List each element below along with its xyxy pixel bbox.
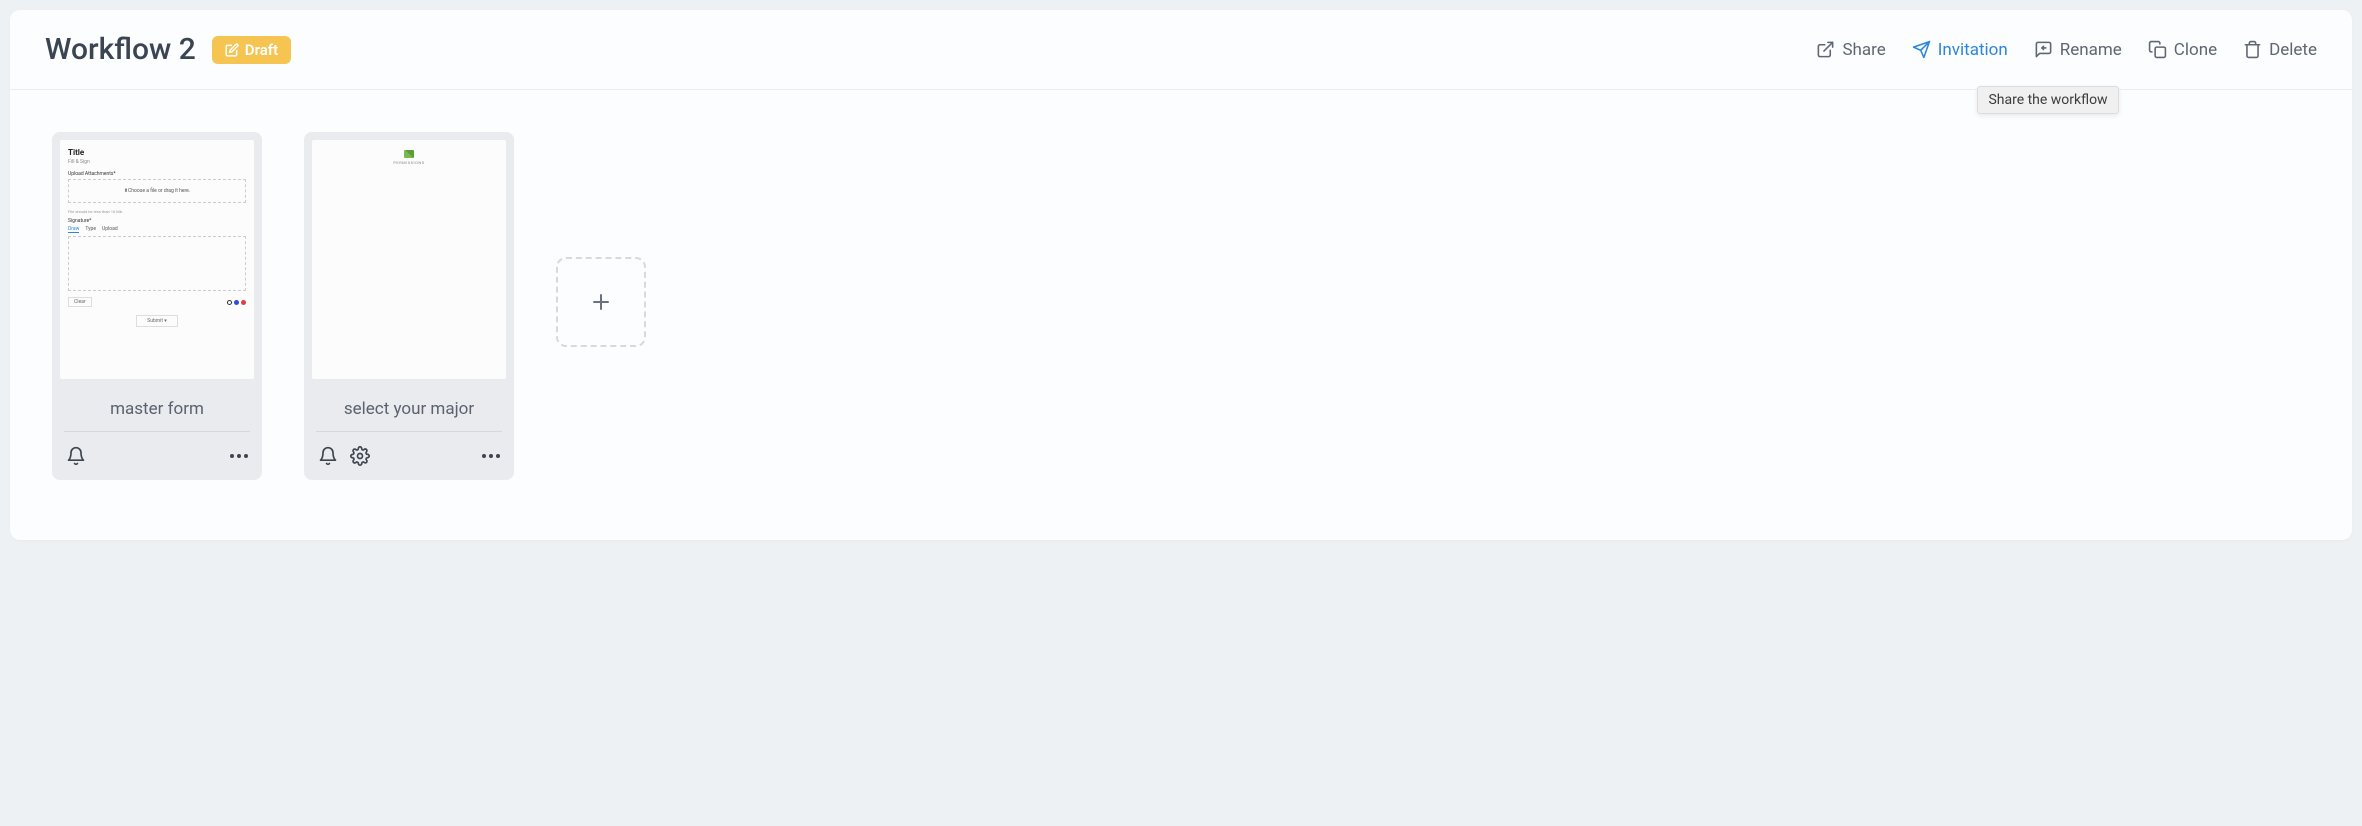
content-area: Title Fill & Sign Upload Attachments* ⬆ … (10, 90, 2352, 522)
preview-tabs: Draw Type Upload (68, 226, 246, 233)
card-divider (64, 431, 250, 432)
preview-title: Title (68, 148, 246, 157)
send-icon (1912, 40, 1931, 59)
bell-button[interactable] (66, 446, 86, 466)
trash-icon (2243, 40, 2262, 59)
card-label: select your major (304, 387, 514, 427)
delete-button[interactable]: Delete (2243, 40, 2317, 60)
card-footer-left (318, 446, 370, 466)
add-card-button[interactable] (556, 257, 646, 347)
share-icon (1816, 40, 1835, 59)
invitation-label: Invitation (1938, 40, 2008, 60)
rename-label: Rename (2060, 40, 2122, 60)
doc-preview: PERMISSIONS (312, 140, 506, 379)
plus-icon (589, 290, 613, 314)
clone-label: Clone (2174, 40, 2217, 60)
preview-sig-label: Signature* (68, 218, 246, 224)
draft-badge: Draft (212, 36, 291, 64)
workflow-card[interactable]: Title Fill & Sign Upload Attachments* ⬆ … (52, 132, 262, 480)
share-label: Share (1842, 40, 1885, 60)
rename-icon (2034, 40, 2053, 59)
bell-icon (66, 446, 86, 466)
preview-clear: Clear (68, 297, 92, 307)
card-footer-left (66, 446, 86, 466)
preview-upload-box: ⬆ Choose a file or drag it here. (68, 179, 246, 203)
preview-upload-label: Upload Attachments* (68, 171, 246, 177)
preview-file-hint: File should be less than 10 Mb. (68, 209, 246, 214)
preview-logo-icon (404, 150, 414, 158)
card-footer (304, 436, 514, 480)
invitation-button[interactable]: Invitation (1912, 40, 2008, 60)
workflow-container: Workflow 2 Draft Share (10, 10, 2352, 540)
delete-label: Delete (2269, 40, 2317, 60)
card-preview: PERMISSIONS (304, 132, 514, 387)
card-preview: Title Fill & Sign Upload Attachments* ⬆ … (52, 132, 262, 387)
preview-submit-area: Submit ▾ (68, 315, 246, 327)
preview-sig-footer: Clear (68, 297, 246, 307)
header: Workflow 2 Draft Share (10, 10, 2352, 90)
header-left: Workflow 2 Draft (45, 32, 291, 67)
edit-icon (225, 43, 239, 57)
preview-sig-box (68, 236, 246, 291)
preview-submit: Submit ▾ (136, 315, 178, 327)
clone-button[interactable]: Clone (2148, 40, 2217, 60)
form-preview: Title Fill & Sign Upload Attachments* ⬆ … (60, 140, 254, 379)
settings-button[interactable] (350, 446, 370, 466)
header-actions: Share Invitation Rename (1816, 40, 2317, 60)
bell-button[interactable] (318, 446, 338, 466)
card-footer (52, 436, 262, 480)
rename-button[interactable]: Rename (2034, 40, 2122, 60)
gear-icon (350, 446, 370, 466)
bell-icon (318, 446, 338, 466)
workflow-card[interactable]: PERMISSIONS select your major (304, 132, 514, 480)
card-divider (316, 431, 502, 432)
more-button[interactable] (230, 454, 248, 458)
preview-logo-text: PERMISSIONS (393, 160, 424, 165)
tooltip: Share the workflow (1977, 86, 2118, 114)
page-title: Workflow 2 (45, 32, 196, 67)
more-button[interactable] (482, 454, 500, 458)
draft-badge-label: Draft (245, 41, 278, 59)
card-label: master form (52, 387, 262, 427)
preview-subtitle: Fill & Sign (68, 159, 246, 165)
preview-color-dots (227, 300, 246, 305)
share-button[interactable]: Share (1816, 40, 1885, 60)
clone-icon (2148, 40, 2167, 59)
